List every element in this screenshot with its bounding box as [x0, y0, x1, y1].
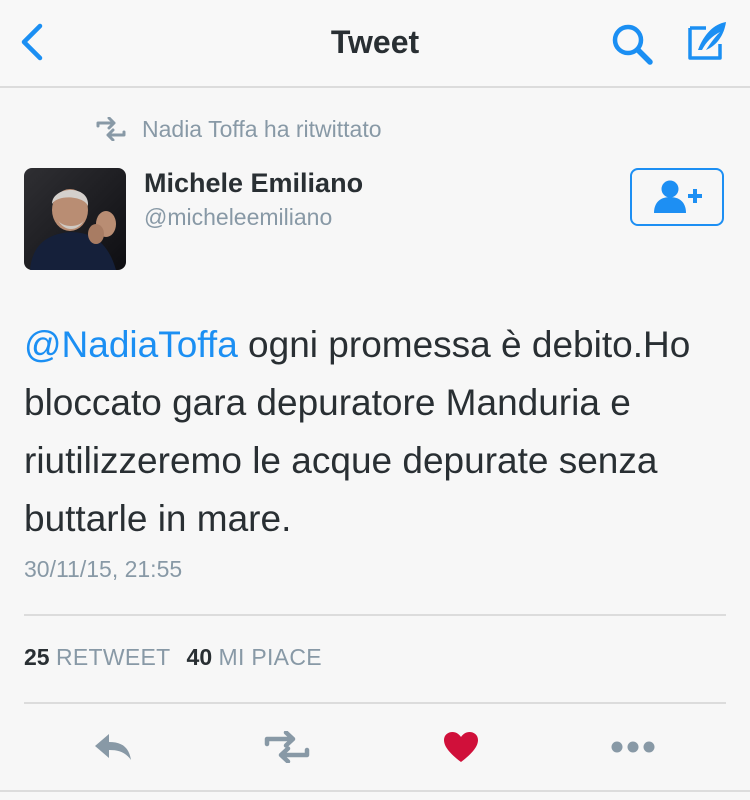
compose-button[interactable]	[684, 20, 730, 64]
retweet-icon	[264, 731, 310, 763]
author-name[interactable]: Michele Emiliano	[144, 168, 363, 199]
divider	[24, 614, 726, 616]
search-button[interactable]	[610, 22, 656, 66]
divider	[0, 790, 750, 792]
avatar-photo	[24, 168, 126, 270]
retweet-icon	[96, 117, 126, 141]
add-user-icon	[654, 180, 702, 213]
retweet-context[interactable]: Nadia Toffa ha ritwittato	[94, 112, 382, 146]
likes-count: 40	[186, 644, 213, 670]
like-button[interactable]	[436, 722, 486, 772]
likes-stat[interactable]: 40 MI PIACE	[187, 644, 322, 671]
follow-button[interactable]	[630, 168, 724, 226]
reply-button[interactable]	[88, 722, 138, 772]
retweets-label: RETWEET	[55, 644, 171, 670]
reply-icon	[95, 734, 131, 760]
tweet-stats: 25 RETWEET 40 MI PIACE	[24, 644, 322, 671]
heart-icon	[444, 732, 478, 762]
navigation-bar: Tweet	[0, 0, 750, 88]
retweet-button[interactable]	[260, 722, 314, 772]
author-handle[interactable]: @micheleemiliano	[144, 204, 332, 231]
tweet-timestamp: 30/11/15, 21:55	[24, 556, 183, 582]
tweet-actions	[0, 722, 750, 774]
chevron-left-icon	[21, 23, 43, 61]
mention-link[interactable]: @NadiaToffa	[24, 324, 238, 365]
retweeted-by-label: Nadia Toffa ha ritwittato	[142, 115, 382, 142]
tweet-text: @NadiaToffa ogni promessa è debito.Ho bl…	[24, 316, 704, 548]
retweets-stat[interactable]: 25 RETWEET	[24, 644, 171, 671]
divider	[24, 702, 726, 704]
avatar[interactable]	[24, 168, 126, 270]
more-dots-icon	[611, 741, 655, 753]
compose-quill-icon	[688, 22, 726, 60]
back-button[interactable]	[14, 22, 54, 62]
likes-label: MI PIACE	[218, 644, 322, 670]
retweets-count: 25	[24, 644, 50, 670]
more-button[interactable]	[606, 722, 660, 772]
search-icon	[612, 24, 653, 65]
